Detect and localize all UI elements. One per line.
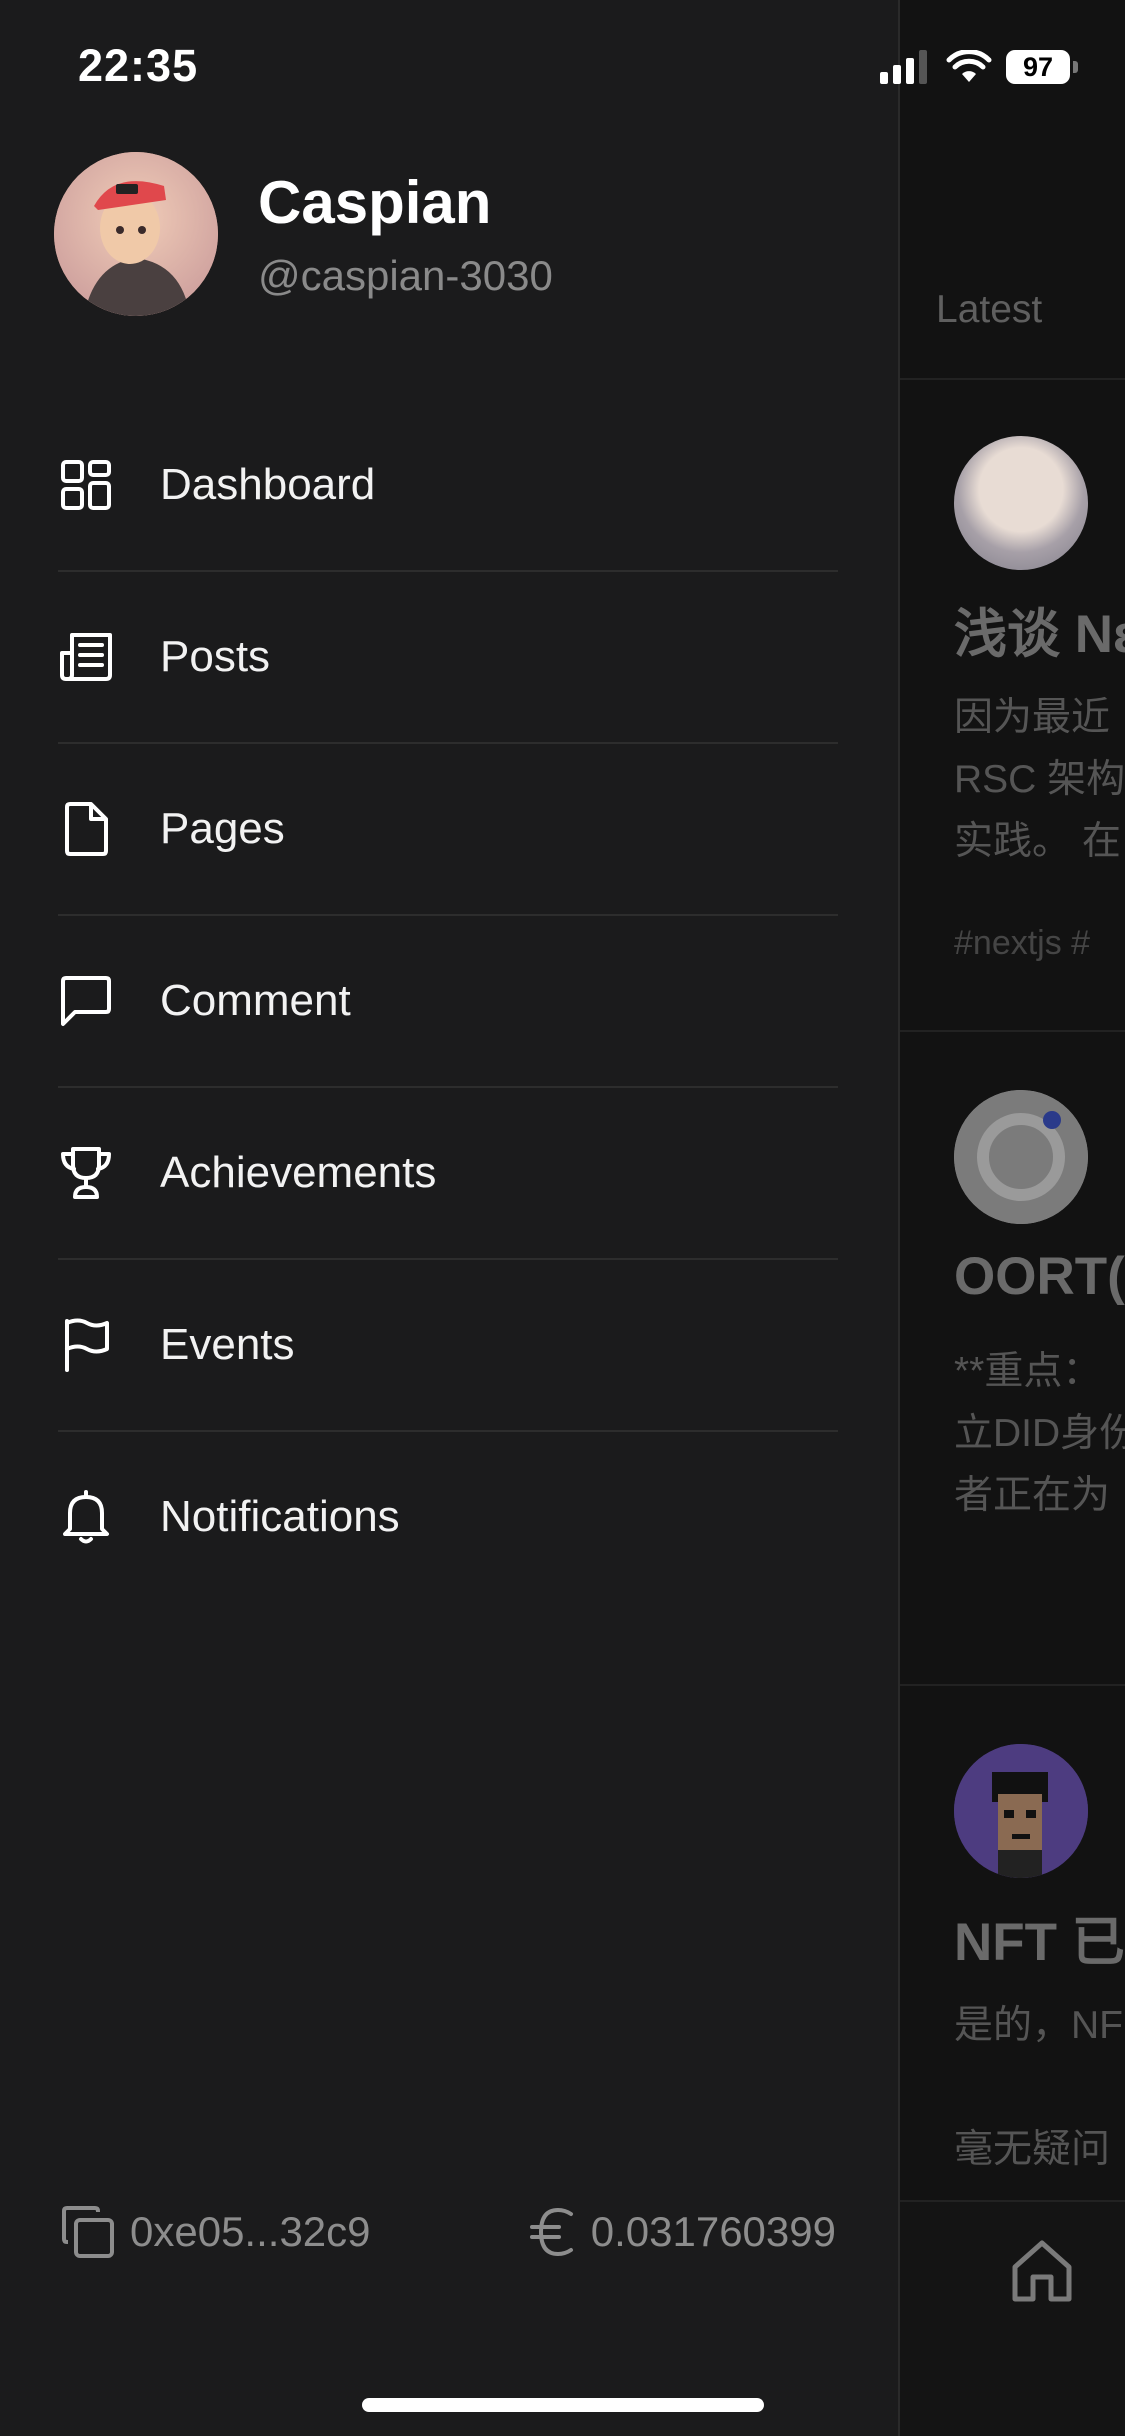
posts-icon	[58, 629, 114, 685]
post-excerpt-line: **重点：	[954, 1350, 1102, 1393]
profile-handle: @caspian-3030	[258, 252, 553, 299]
post-author-avatar[interactable]	[954, 1090, 1088, 1224]
menu-item-comment[interactable]: Comment	[58, 916, 838, 1088]
menu-item-pages[interactable]: Pages	[58, 744, 838, 916]
divider	[899, 378, 1125, 380]
battery-cap	[1073, 61, 1078, 73]
status-time: 22:35	[78, 40, 199, 91]
tab-latest[interactable]: Latest	[936, 288, 1042, 332]
battery-icon: 97	[1006, 50, 1078, 84]
post-excerpt-line: RSC 架构	[954, 758, 1125, 801]
bell-icon	[58, 1489, 114, 1545]
trophy-icon	[58, 1145, 114, 1201]
balance-value: 0.031760399	[590, 2208, 836, 2255]
post-excerpt-line: 实践。 在	[954, 820, 1121, 863]
copy-icon	[62, 2206, 114, 2258]
drawer-menu: Dashboard Posts Pages Comment Achievemen…	[58, 400, 838, 1602]
post-title[interactable]: NFT 已	[954, 1900, 1125, 1976]
post-excerpt-line: 者正在为	[954, 1474, 1111, 1517]
post-title[interactable]: 浅谈 Nε	[954, 592, 1125, 668]
flag-icon	[58, 1317, 114, 1373]
menu-item-label: Pages	[160, 804, 285, 853]
user-avatar-illustration-icon	[54, 152, 218, 316]
page-icon	[58, 801, 114, 857]
menu-item-label: Dashboard	[160, 460, 376, 509]
menu-item-posts[interactable]: Posts	[58, 572, 838, 744]
copy-address-button[interactable]: 0xe05...32c9	[60, 2204, 371, 2260]
oort-logo-icon	[954, 1090, 1088, 1224]
post-author-avatar[interactable]	[954, 1744, 1088, 1878]
post-excerpt-line: 因为最近	[954, 696, 1111, 739]
home-icon[interactable]	[1007, 2235, 1077, 2305]
battery-level: 97	[1006, 50, 1070, 84]
post-title[interactable]: OORT(	[954, 1246, 1125, 1307]
post-author-avatar[interactable]	[954, 436, 1088, 570]
wallet-footer: 0xe05...32c9 0.031760399	[60, 2200, 836, 2264]
pixel-punk-avatar-icon	[954, 1744, 1088, 1878]
navigation-drawer: 22:35 97 Caspian @caspian-3030 Dashboard…	[0, 0, 1078, 2436]
menu-item-events[interactable]: Events	[58, 1260, 838, 1432]
balance: 0.031760399	[529, 2206, 836, 2258]
profile-name: Caspian	[258, 169, 492, 236]
post-excerpt-line: 是的，NF	[954, 2004, 1123, 2047]
comment-icon	[58, 973, 114, 1029]
post-excerpt-line: 立DID身份	[954, 1412, 1125, 1455]
signal-icon	[880, 50, 927, 84]
home-indicator	[362, 2398, 764, 2412]
euro-icon	[529, 2207, 573, 2257]
post-excerpt-line: 毫无疑问	[954, 2128, 1111, 2171]
menu-item-achievements[interactable]: Achievements	[58, 1088, 838, 1260]
wifi-icon	[946, 50, 992, 82]
wallet-address: 0xe05...32c9	[130, 2208, 371, 2255]
menu-item-label: Achievements	[160, 1148, 437, 1197]
dashboard-icon	[58, 457, 114, 513]
menu-item-label: Posts	[160, 632, 271, 681]
divider	[899, 1684, 1125, 1686]
avatar[interactable]	[54, 152, 218, 316]
post-tags[interactable]: #nextjs #	[954, 924, 1090, 963]
menu-item-dashboard[interactable]: Dashboard	[58, 400, 838, 572]
status-icons: 97	[880, 50, 1078, 84]
menu-item-label: Notifications	[160, 1492, 400, 1541]
menu-item-notifications[interactable]: Notifications	[58, 1432, 838, 1602]
menu-item-label: Events	[160, 1320, 295, 1369]
background-feed: Latest 浅谈 Nε 因为最近 RSC 架构 实践。 在 #nextjs #…	[899, 0, 1125, 2436]
menu-item-label: Comment	[160, 976, 351, 1025]
divider	[899, 1030, 1125, 1032]
